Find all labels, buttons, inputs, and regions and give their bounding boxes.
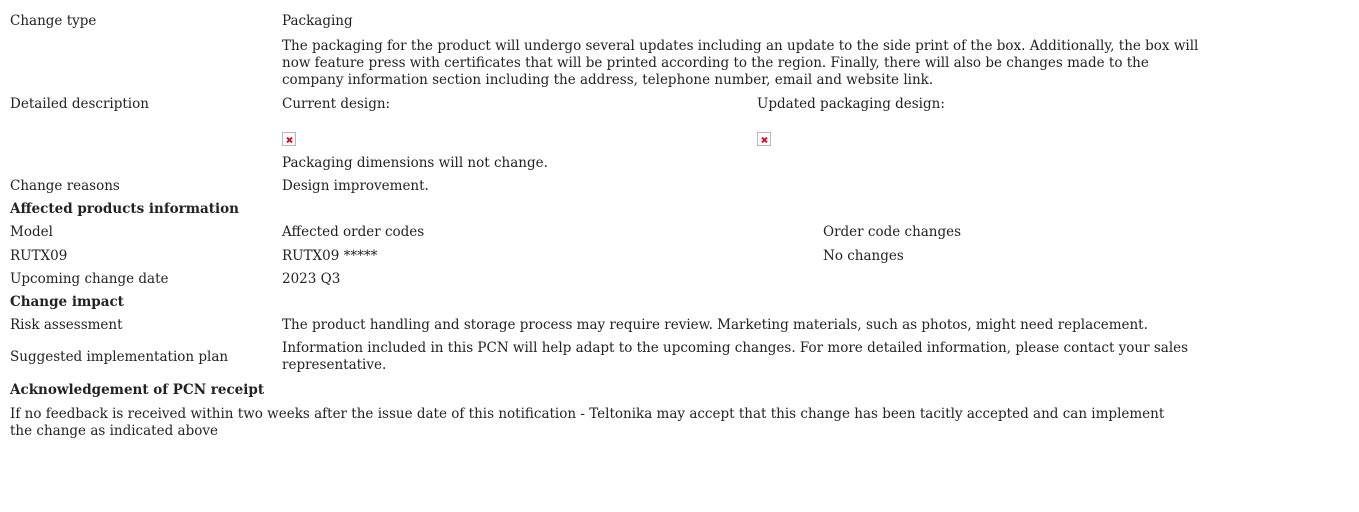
acknowledgement-heading-text: Acknowledgement of PCN receipt: [10, 382, 265, 398]
updated-design-broken-image-icon: [757, 132, 771, 146]
acknowledgement-line-2: the change as indicated above: [10, 423, 218, 439]
change-impact-heading: Change impact: [10, 294, 124, 311]
col-header-model: Model: [10, 224, 53, 240]
col-header-code-changes: Order code changes: [823, 224, 962, 240]
detailed-description-label: Detailed description: [10, 96, 149, 112]
current-design-broken-image-icon: [282, 132, 296, 146]
implementation-plan-line-1: Information included in this PCN will he…: [282, 340, 1189, 356]
change-reasons-value: Design improvement.: [282, 178, 429, 194]
change-summary-line-2: now feature press with certificates that…: [282, 55, 1149, 71]
upcoming-date-label: Upcoming change date: [10, 271, 169, 287]
change-type-label: Change type: [10, 13, 97, 29]
change-summary-line-1: The packaging for the product will under…: [282, 38, 1199, 54]
risk-assessment-label: Risk assessment: [10, 317, 123, 333]
affected-products-heading: Affected products information: [10, 201, 239, 218]
change-type-value: Packaging: [282, 13, 353, 29]
change-summary-line-3: company information section including th…: [282, 72, 934, 88]
implementation-plan-label: Suggested implementation plan: [10, 349, 229, 365]
row-model: RUTX09: [10, 248, 68, 264]
updated-design-caption: Updated packaging design:: [757, 96, 945, 112]
acknowledgement-heading: Acknowledgement of PCN receipt: [10, 382, 264, 399]
row-code-changes: No changes: [823, 248, 904, 264]
upcoming-date-value: 2023 Q3: [282, 271, 341, 287]
affected-products-heading-text: Affected products information: [10, 201, 239, 217]
dimensions-note: Packaging dimensions will not change.: [282, 155, 548, 171]
risk-assessment-value: The product handling and storage process…: [282, 317, 1148, 333]
change-impact-heading-text: Change impact: [10, 294, 124, 310]
implementation-plan-line-2: representative.: [282, 357, 387, 373]
col-header-affected-codes: Affected order codes: [282, 224, 425, 240]
change-reasons-label: Change reasons: [10, 178, 120, 194]
acknowledgement-line-1: If no feedback is received within two we…: [10, 406, 1165, 422]
row-affected-codes: RUTX09 *****: [282, 248, 378, 264]
current-design-caption: Current design:: [282, 96, 391, 112]
